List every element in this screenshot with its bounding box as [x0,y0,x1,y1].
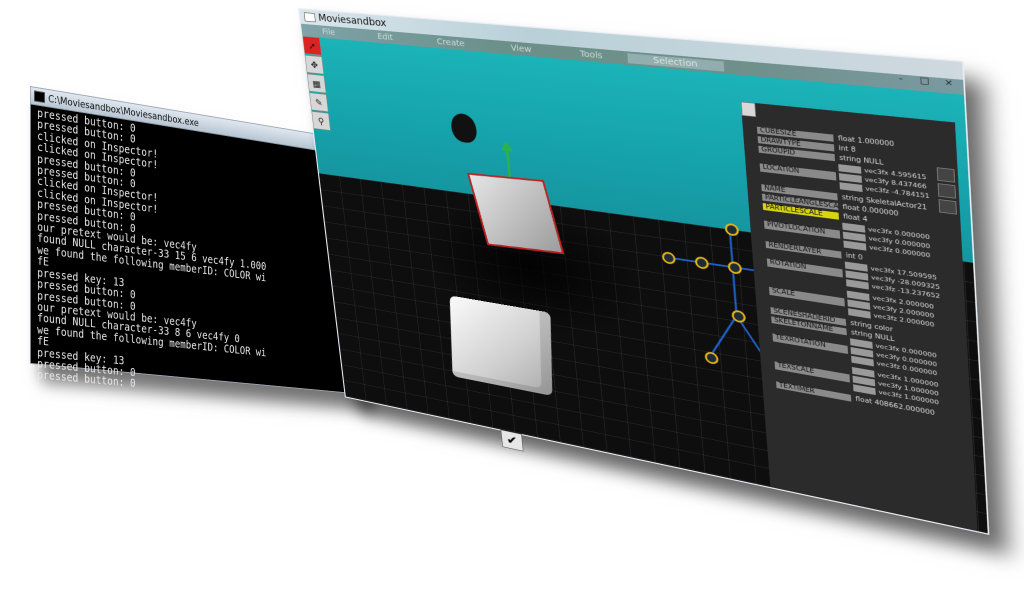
checkmark-icon[interactable]: ✔ [500,429,524,452]
prop-name: TEXROTATION [772,333,849,354]
property-list: CUBESIZE float 1.000000 DRAWTYPE int 8 G… [756,126,955,422]
joint-head[interactable] [724,222,740,237]
bone-leg-left [708,315,738,358]
minimize-button[interactable]: - [893,74,909,85]
joint-elbow-left[interactable] [694,255,710,270]
console-app-icon [33,90,46,104]
prop-name: TEXSCALE [774,361,850,383]
inspector-panel: CUBESIZE float 1.000000 DRAWTYPE int 8 G… [740,101,978,532]
app-window: Moviesandbox File Edit Create View Tools… [298,8,990,535]
document-icon[interactable] [740,101,757,118]
prop-name: SCALE [768,286,845,307]
value-slider[interactable] [839,181,863,192]
prop-name: PIVOTLOCATION [763,220,841,239]
joint-chest[interactable] [727,260,743,275]
prop-value[interactable]: int 8 [834,144,856,154]
console-output: pressed button: 0 pressed button: 0 clic… [37,105,267,391]
close-button[interactable]: × [940,78,957,89]
bone-tool-icon[interactable]: ⚲ [311,111,331,131]
prop-name: ROTATION [766,258,843,278]
value-slider[interactable] [843,240,867,251]
brush-tool-icon[interactable]: ✎ [309,92,329,113]
maximize-button[interactable]: □ [916,75,933,87]
grid-tool-icon[interactable]: ▦ [306,73,327,94]
move-tool-icon[interactable]: ✥ [304,54,325,75]
gizmo-y-arrow-icon[interactable] [500,140,514,152]
select-tool-icon[interactable]: ➚ [302,35,322,56]
prop-name: LOCATION [759,163,837,181]
app-icon [303,12,316,23]
value-slider[interactable] [845,278,869,290]
joint-foot-left[interactable] [704,350,719,366]
